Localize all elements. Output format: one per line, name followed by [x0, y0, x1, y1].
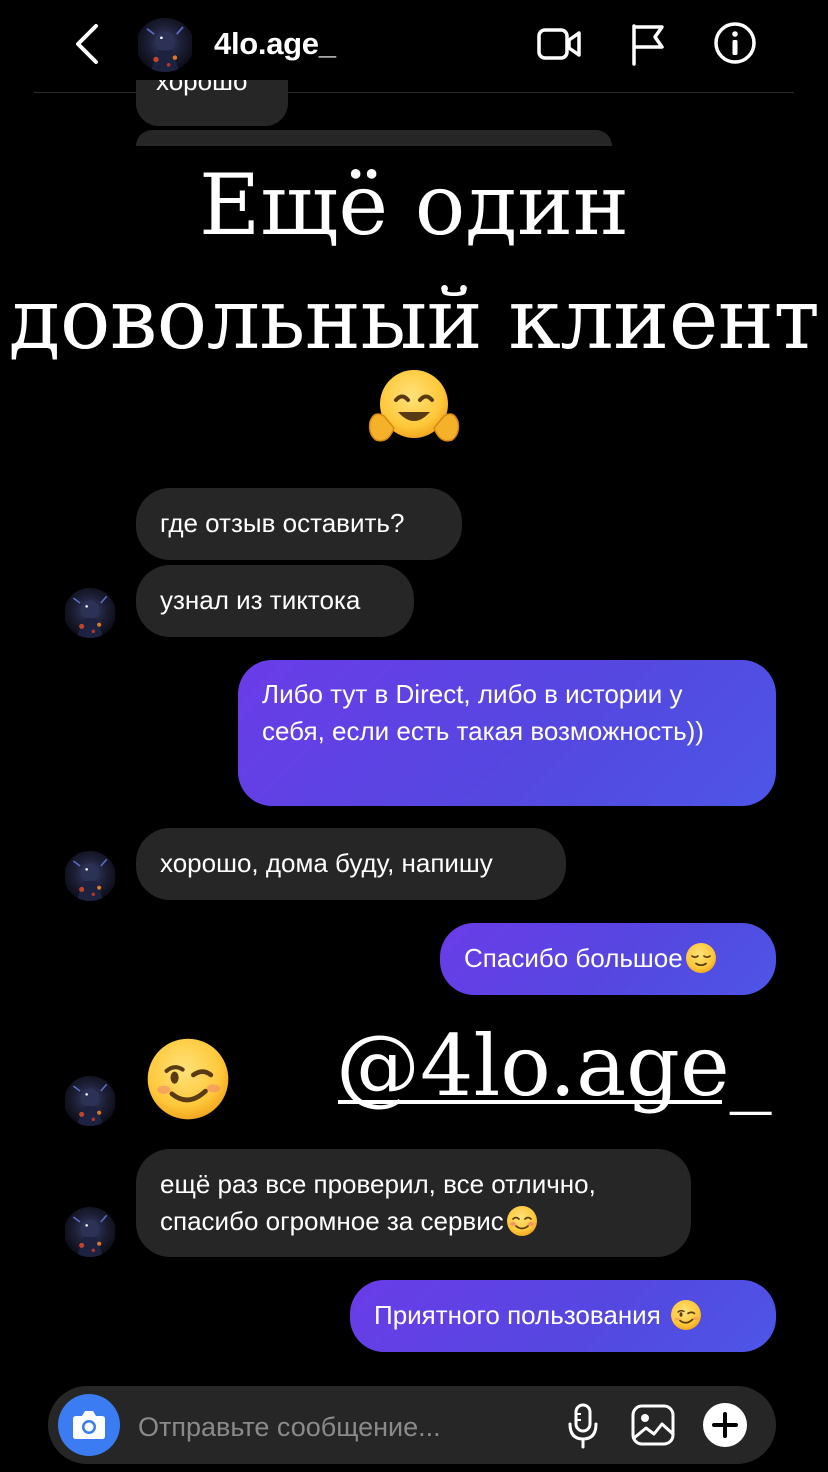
username-sticker-underline: [338, 1100, 722, 1104]
message-text: где отзыв оставить?: [160, 508, 405, 538]
smiling-face-icon: [506, 1205, 538, 1237]
avatar[interactable]: [64, 851, 116, 901]
winking-face-icon[interactable]: [142, 1036, 234, 1122]
message-bubble-partial: [136, 130, 612, 146]
story-overlay-title: Ещё один довольный клиент: [0, 148, 828, 376]
overlay-line-2: довольный клиент: [8, 270, 820, 368]
message-bubble-incoming[interactable]: ещё раз все проверил, все отлично, спаси…: [136, 1149, 691, 1257]
video-call-icon[interactable]: [536, 24, 582, 64]
relieved-face-icon: [685, 942, 717, 974]
message-text: хорошо: [156, 80, 248, 96]
message-text: узнал из тиктока: [160, 585, 361, 615]
gallery-icon[interactable]: [630, 1402, 676, 1448]
message-bubble-incoming[interactable]: хорошо, дома буду, напишу: [136, 828, 566, 900]
chat-header: [0, 0, 828, 92]
avatar[interactable]: [64, 588, 116, 638]
avatar[interactable]: [64, 1076, 116, 1126]
message-bubble-outgoing[interactable]: Либо тут в Direct, либо в истории у себя…: [238, 660, 776, 806]
avatar[interactable]: [64, 1207, 116, 1257]
message-bubble-incoming[interactable]: узнал из тиктока: [136, 565, 414, 637]
message-text: Либо тут в Direct, либо в истории у себя…: [262, 679, 704, 746]
avatar[interactable]: [136, 18, 194, 72]
info-icon[interactable]: [712, 20, 758, 66]
message-bubble-partial: хорошо: [136, 80, 288, 126]
overlay-line-1: Ещё один: [198, 156, 630, 254]
camera-button[interactable]: [58, 1394, 120, 1456]
message-text: Приятного пользования: [374, 1300, 669, 1330]
chat-username[interactable]: 4lo.age_: [214, 26, 336, 62]
message-input[interactable]: [136, 1404, 540, 1450]
hugging-face-icon: [368, 370, 460, 442]
message-text-line: спасибо огромное за сервис: [160, 1206, 504, 1236]
back-icon[interactable]: [68, 20, 108, 68]
flag-icon[interactable]: [628, 22, 668, 66]
message-bubble-outgoing[interactable]: Приятного пользования: [350, 1280, 776, 1352]
microphone-icon[interactable]: [566, 1402, 600, 1450]
message-text-line: ещё раз все проверил, все отлично,: [160, 1169, 596, 1199]
plus-icon[interactable]: [702, 1402, 748, 1448]
message-text: хорошо, дома буду, напишу: [160, 848, 493, 878]
winking-face-icon: [670, 1299, 702, 1331]
camera-icon: [73, 1411, 105, 1439]
message-text: Спасибо большое: [464, 943, 683, 973]
message-bubble-incoming[interactable]: где отзыв оставить?: [136, 488, 462, 560]
message-bubble-outgoing[interactable]: Спасибо большое: [440, 923, 776, 995]
